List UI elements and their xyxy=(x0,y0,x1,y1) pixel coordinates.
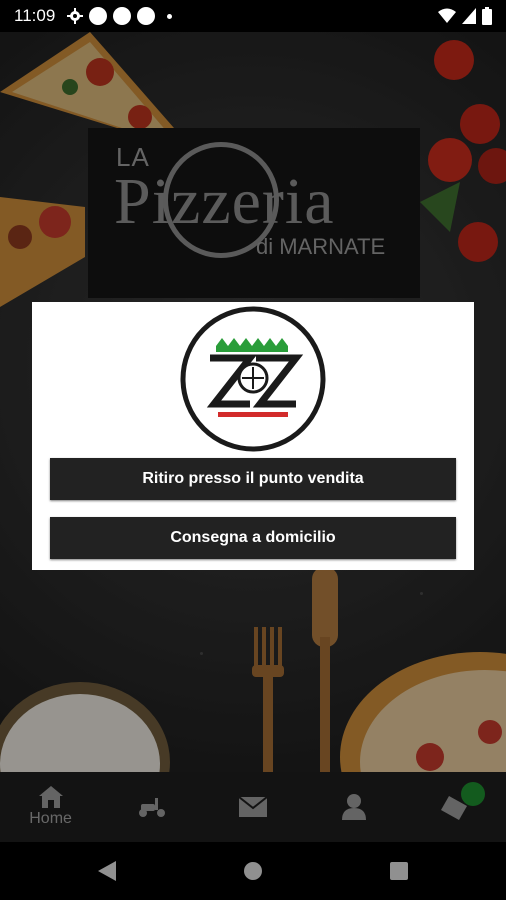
signal-icon xyxy=(462,8,476,24)
notification-icons xyxy=(67,7,173,25)
notification-circle-icon xyxy=(137,7,156,25)
notification-circle-icon xyxy=(113,7,132,25)
notification-circle-icon xyxy=(89,7,108,25)
order-type-dialog: Ritiro presso il punto vendita Consegna … xyxy=(32,302,474,570)
battery-icon xyxy=(482,7,492,25)
status-bar: 11:09 xyxy=(0,0,506,32)
pickup-button[interactable]: Ritiro presso il punto vendita xyxy=(50,458,456,500)
system-status-icons xyxy=(438,7,492,25)
delivery-button[interactable]: Consegna a domicilio xyxy=(50,517,456,559)
more-notifications-dot-icon xyxy=(167,13,173,19)
wifi-icon xyxy=(438,8,456,23)
pizzeria-emblem-icon xyxy=(180,306,326,452)
status-time: 11:09 xyxy=(14,6,56,25)
gear-icon xyxy=(67,8,84,24)
